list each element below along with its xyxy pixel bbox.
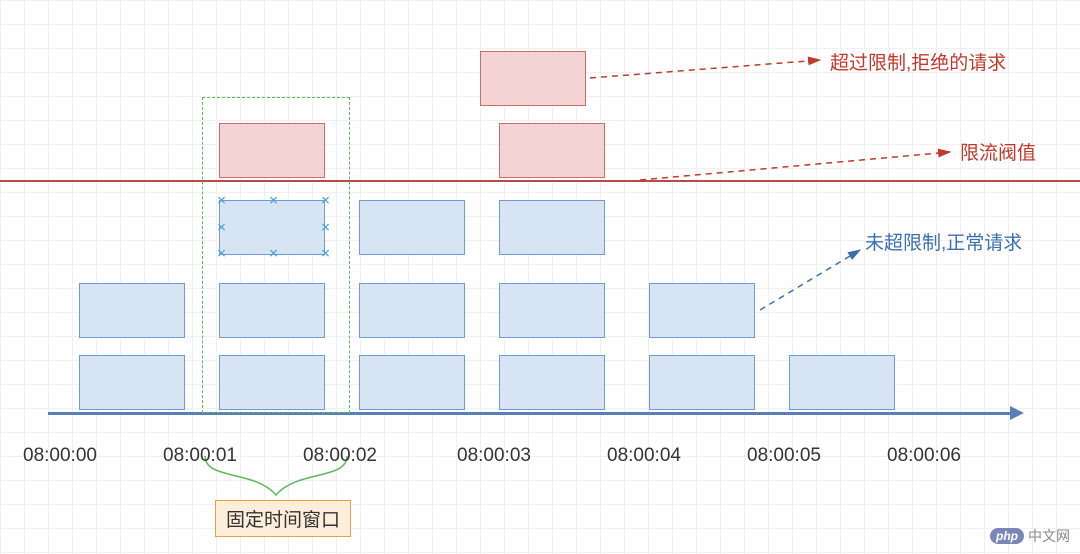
legend-rejected: 超过限制,拒绝的请求 bbox=[830, 48, 1006, 75]
tick-label: 08:00:04 bbox=[607, 445, 681, 467]
tick-label: 08:00:03 bbox=[457, 445, 531, 467]
watermark-text: 中文网 bbox=[1028, 526, 1070, 546]
php-badge-icon: php bbox=[990, 528, 1024, 544]
legend-normal: 未超限制,正常请求 bbox=[865, 228, 1022, 255]
diagram-canvas: ✕ ✕ ✕ ✕ ✕ ✕ ✕ ✕ bbox=[0, 0, 1080, 554]
annotation-arrows bbox=[0, 0, 1080, 554]
legend-threshold: 限流阀值 bbox=[960, 138, 1036, 165]
window-label: 固定时间窗口 bbox=[215, 500, 351, 537]
tick-label: 08:00:06 bbox=[887, 445, 961, 467]
tick-label: 08:00:01 bbox=[163, 445, 237, 467]
tick-label: 08:00:00 bbox=[23, 445, 97, 467]
tick-label: 08:00:05 bbox=[747, 445, 821, 467]
tick-label: 08:00:02 bbox=[303, 445, 377, 467]
watermark: php 中文网 bbox=[990, 526, 1070, 546]
